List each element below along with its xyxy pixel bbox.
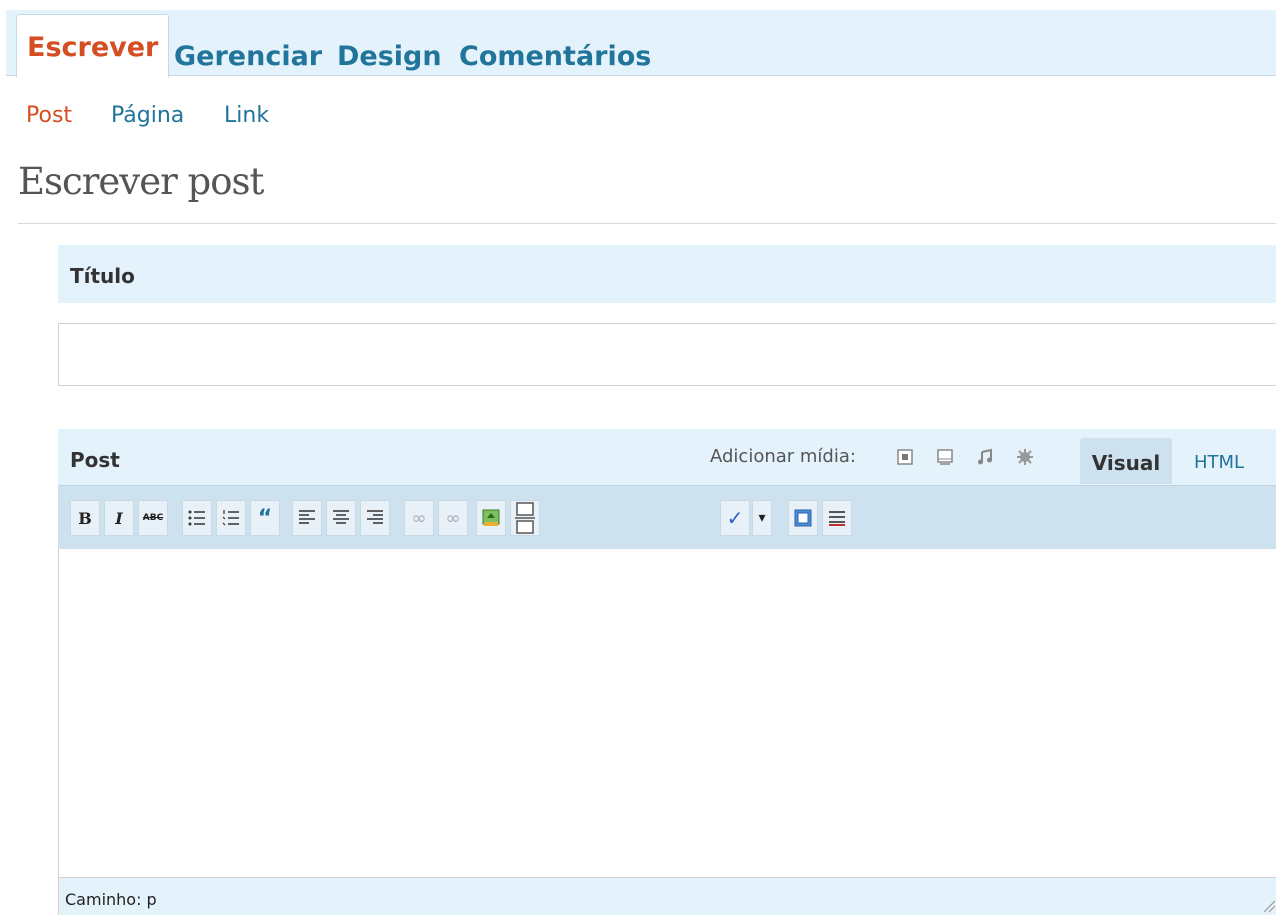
tab-escrever[interactable]: Escrever [16,14,170,78]
editor-path-label: Caminho: p [65,890,157,909]
insert-more-icon [515,502,535,534]
add-media-label: Adicionar mídia: [710,446,856,467]
tab-visual-label: Visual [1091,451,1161,475]
page-title: Escrever post [18,160,264,203]
fullscreen-button[interactable] [788,500,818,536]
link-button[interactable]: ∞ [404,500,434,536]
fullscreen-icon [794,509,812,527]
bullet-list-button[interactable] [182,500,212,536]
editor-status-bar: Caminho: p [58,877,1276,915]
subnav-pagina[interactable]: Página [111,100,184,132]
title-section-header: Título [58,245,1276,303]
spellcheck-button[interactable]: ✓ [720,500,750,536]
audio-icon[interactable] [975,447,995,467]
bullet-list-icon [188,510,205,526]
editor-content-area[interactable] [58,549,1276,877]
tab-design[interactable]: Design [337,24,442,76]
image-icon[interactable] [895,447,915,467]
strikethrough-button[interactable]: ABC [138,500,168,536]
insert-more-button[interactable] [510,500,540,536]
tab-visual[interactable]: Visual [1080,438,1172,484]
video-icon[interactable] [935,447,955,467]
numbered-list-button[interactable] [216,500,246,536]
top-tab-bar: Escrever Gerenciar Design Comentários [6,10,1276,78]
insert-image-icon [482,509,500,526]
align-left-icon [299,510,315,524]
numbered-list-icon [222,510,239,526]
tab-comentarios[interactable]: Comentários [459,24,651,76]
tab-gerenciar[interactable]: Gerenciar [174,24,322,76]
resize-handle[interactable] [1262,898,1276,913]
title-section-label: Título [70,264,135,288]
align-right-icon [367,510,383,524]
tab-html-label: HTML [1194,452,1245,473]
media-icon[interactable] [1015,447,1035,467]
editor-toolbar: B I ABC “ ∞ ∞ ✓ ▾ [58,485,1276,550]
align-left-button[interactable] [292,500,322,536]
unlink-button[interactable]: ∞ [438,500,468,536]
spellcheck-dropdown-button[interactable]: ▾ [752,500,772,536]
subnav-post[interactable]: Post [26,100,72,132]
subnav-link[interactable]: Link [224,100,269,132]
align-center-icon [333,510,349,524]
bold-button[interactable]: B [70,500,100,536]
title-divider [18,223,1276,224]
align-right-button[interactable] [360,500,390,536]
kitchen-sink-icon [829,511,845,526]
italic-button[interactable]: I [104,500,134,536]
post-section-label: Post [70,448,120,472]
align-center-button[interactable] [326,500,356,536]
title-input[interactable] [58,323,1276,386]
sub-nav: Post Página Link [0,100,400,132]
kitchen-sink-button[interactable] [822,500,852,536]
tab-html[interactable]: HTML [1194,438,1244,484]
blockquote-button[interactable]: “ [250,500,280,536]
insert-image-button[interactable] [476,500,506,536]
